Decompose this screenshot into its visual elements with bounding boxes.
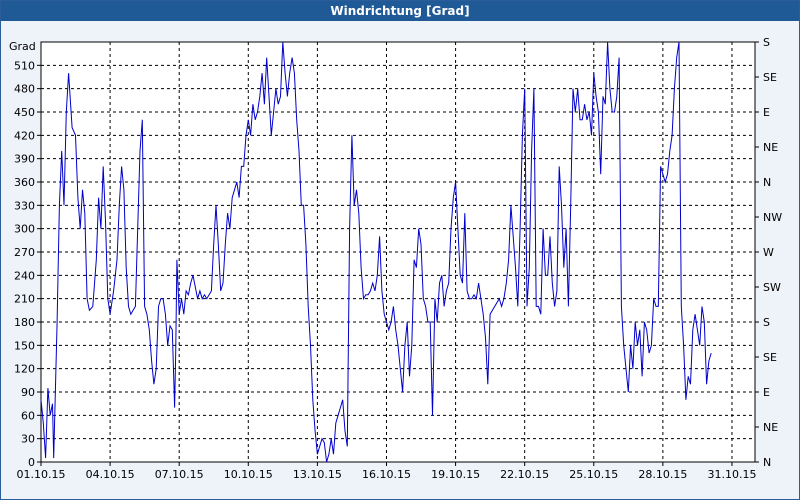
y-tick-label: 450 xyxy=(14,106,35,119)
x-tick-label: 10.10.15 xyxy=(224,468,273,481)
y-tick-label: 60 xyxy=(21,409,35,422)
y-tick-label: 180 xyxy=(14,316,35,329)
y-tick-label: 240 xyxy=(14,269,35,282)
y-tick-label: 330 xyxy=(14,199,35,212)
window-title: Windrichtung [Grad] xyxy=(330,4,470,18)
y-tick-label: 30 xyxy=(21,433,35,446)
x-axis-ticks: 01.10.15 04.10.15 07.10.15 10.10.15 13.10.15… xyxy=(17,462,756,481)
x-tick-label: 22.10.15 xyxy=(500,468,549,481)
x-tick-label: 04.10.15 xyxy=(86,468,135,481)
y-tick-label: 150 xyxy=(14,339,35,352)
x-tick-label: 01.10.15 xyxy=(17,468,66,481)
x-tick-label: 07.10.15 xyxy=(155,468,204,481)
y2-tick-label: NE xyxy=(763,141,778,154)
y2-tick-label: W xyxy=(763,246,774,259)
chart-window: Windrichtung [Grad] 0 30 60 90 120 150 180 210 2… xyxy=(0,0,800,500)
x-tick-label: 16.10.15 xyxy=(362,468,411,481)
y2-tick-label: E xyxy=(763,386,770,399)
y2-tick-label: N xyxy=(763,176,771,189)
y-tick-label: 210 xyxy=(14,293,35,306)
chart: 0306090120150180210240270300330360390420… xyxy=(9,36,782,481)
y2-tick-label: SW xyxy=(763,281,781,294)
y2-tick-label: NE xyxy=(763,421,778,434)
y-tick-label: 420 xyxy=(14,129,35,142)
y2-tick-label: NW xyxy=(763,211,782,224)
y-tick-label: 300 xyxy=(14,223,35,236)
y2-tick-label: S xyxy=(763,36,770,49)
x-tick-label: 25.10.15 xyxy=(569,468,618,481)
y-tick-label: 120 xyxy=(14,363,35,376)
y2-tick-label: E xyxy=(763,106,770,119)
y2-tick-label: SE xyxy=(763,351,777,364)
y-tick-label: 270 xyxy=(14,246,35,259)
y2-tick-label: SE xyxy=(763,71,777,84)
y-tick-label: 390 xyxy=(14,153,35,166)
x-tick-label: 28.10.15 xyxy=(638,468,687,481)
y-axis-ticks: 0306090120150180210240270300330360390420… xyxy=(14,59,41,469)
y-tick-label: 510 xyxy=(14,59,35,72)
y-tick-label: 360 xyxy=(14,176,35,189)
y2-axis-ticks: N NE E SE S SW W NW N NE E SE S xyxy=(755,36,782,469)
y-tick-label: 90 xyxy=(21,386,35,399)
y-tick-label: 480 xyxy=(14,83,35,96)
x-tick-label: 19.10.15 xyxy=(431,468,480,481)
x-tick-label: 31.10.15 xyxy=(707,468,756,481)
y2-tick-label: S xyxy=(763,316,770,329)
x-tick-label: 13.10.15 xyxy=(293,468,342,481)
title-bar: Windrichtung [Grad] xyxy=(1,1,799,21)
y-axis-label: Grad xyxy=(9,40,36,53)
y2-tick-label: N xyxy=(763,456,771,469)
